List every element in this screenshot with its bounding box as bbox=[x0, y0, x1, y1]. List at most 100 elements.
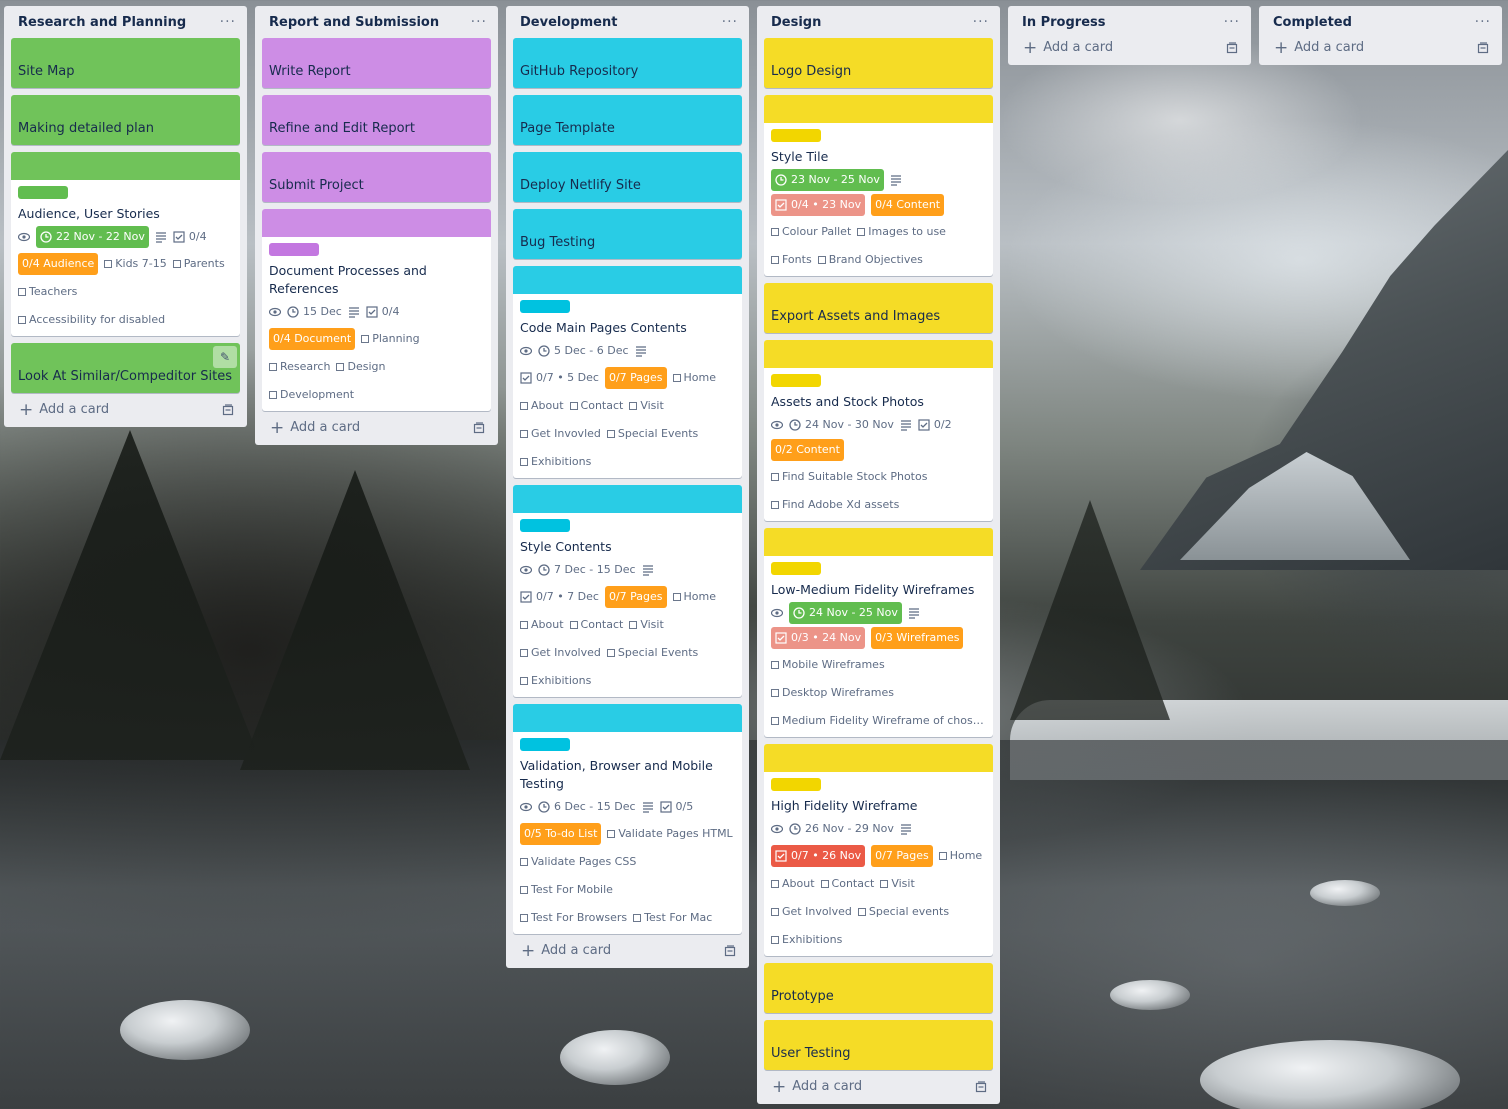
card-code-main-pages[interactable]: Code Main Pages Contents 5 Dec - 6 Dec 0… bbox=[513, 266, 742, 478]
checklist-item[interactable]: Test For Mac bbox=[633, 905, 712, 930]
due-date-badge[interactable]: 5 Dec - 6 Dec bbox=[538, 340, 629, 362]
list-menu-icon[interactable]: ··· bbox=[722, 15, 738, 29]
checklist-item[interactable]: About bbox=[520, 612, 564, 637]
add-card-button[interactable]: + Add a card bbox=[11, 393, 240, 421]
checklist-item[interactable]: Special events bbox=[857, 899, 949, 924]
checklist-item[interactable]: Development bbox=[269, 382, 354, 407]
card-submit-project[interactable]: Submit Project bbox=[262, 152, 491, 202]
card-style-tile[interactable]: Style Tile 23 Nov - 25 Nov 0/4 • 23 Nov … bbox=[764, 95, 993, 276]
due-date-badge[interactable]: 7 Dec - 15 Dec bbox=[538, 559, 636, 581]
checklist-item[interactable]: About bbox=[520, 393, 564, 418]
card-similar-sites[interactable]: ✎ Look At Similar/Compeditor Sites bbox=[11, 343, 240, 393]
card-user-testing[interactable]: User Testing bbox=[764, 1020, 993, 1070]
checklist-item[interactable]: Find Adobe Xd assets bbox=[771, 492, 899, 517]
list-title[interactable]: Design bbox=[771, 15, 821, 30]
checklist-item[interactable]: Research bbox=[269, 354, 330, 379]
due-date-badge[interactable]: 22 Nov - 22 Nov bbox=[36, 226, 149, 248]
checklist-item[interactable]: Validate Pages HTML bbox=[607, 821, 733, 846]
card-audience-user-stories[interactable]: Audience, User Stories 22 Nov - 22 Nov 0… bbox=[11, 152, 240, 336]
template-icon[interactable] bbox=[222, 403, 234, 416]
checklist-item[interactable]: Home bbox=[672, 584, 716, 609]
card-write-report[interactable]: Write Report bbox=[262, 38, 491, 88]
checklist-item[interactable]: Exhibitions bbox=[520, 449, 591, 474]
checklist-item[interactable]: Test For Browsers bbox=[520, 905, 627, 930]
checklist-item[interactable]: Visit bbox=[629, 393, 664, 418]
checklist-item[interactable]: Brand Objectives bbox=[817, 247, 923, 272]
list-title[interactable]: Research and Planning bbox=[18, 15, 186, 30]
card-prototype[interactable]: Prototype bbox=[764, 963, 993, 1013]
template-icon[interactable] bbox=[724, 944, 736, 957]
card-document-processes[interactable]: Document Processes and References 15 Dec bbox=[262, 209, 491, 411]
checklist-item[interactable]: Medium Fidelity Wireframe of chose… bbox=[771, 708, 987, 733]
checklist-item[interactable]: Contact bbox=[569, 393, 623, 418]
checklist-item[interactable]: Exhibitions bbox=[520, 668, 591, 693]
checklist-item[interactable]: Home bbox=[672, 365, 716, 390]
list-title[interactable]: Development bbox=[520, 15, 617, 30]
list-title[interactable]: Report and Submission bbox=[269, 15, 439, 30]
due-date-badge[interactable]: 23 Nov - 25 Nov bbox=[771, 169, 884, 191]
checklist-item[interactable]: Kids 7-15 bbox=[104, 251, 167, 276]
list-menu-icon[interactable]: ··· bbox=[1224, 15, 1240, 29]
card-validation-testing[interactable]: Validation, Browser and Mobile Testing 6… bbox=[513, 704, 742, 934]
add-card-button[interactable]: + Add a card bbox=[1015, 38, 1244, 59]
checklist-item[interactable]: Desktop Wireframes bbox=[771, 680, 894, 705]
checklist-item[interactable]: Colour Pallet bbox=[771, 219, 851, 244]
checklist-item[interactable]: Get Invovled bbox=[520, 421, 601, 446]
card-site-map[interactable]: Site Map bbox=[11, 38, 240, 88]
list-menu-icon[interactable]: ··· bbox=[220, 15, 236, 29]
card-export-assets[interactable]: Export Assets and Images bbox=[764, 283, 993, 333]
due-date-badge[interactable]: 24 Nov - 25 Nov bbox=[789, 602, 902, 624]
card-refine-report[interactable]: Refine and Edit Report bbox=[262, 95, 491, 145]
checklist-item[interactable]: Visit bbox=[629, 612, 664, 637]
card-assets-stock-photos[interactable]: Assets and Stock Photos 24 Nov - 30 Nov bbox=[764, 340, 993, 521]
card-github-repository[interactable]: GitHub Repository bbox=[513, 38, 742, 88]
due-date-badge[interactable]: 26 Nov - 29 Nov bbox=[789, 818, 894, 840]
edit-pencil-icon[interactable]: ✎ bbox=[213, 346, 237, 368]
card-deploy-netlify[interactable]: Deploy Netlify Site bbox=[513, 152, 742, 202]
checklist-item[interactable]: Planning bbox=[361, 326, 420, 351]
checklist-item[interactable]: About bbox=[771, 871, 815, 896]
checklist-item[interactable]: Special Events bbox=[606, 640, 698, 665]
template-icon[interactable] bbox=[1477, 41, 1489, 54]
card-logo-design[interactable]: Logo Design bbox=[764, 38, 993, 88]
list-menu-icon[interactable]: ··· bbox=[471, 15, 487, 29]
checklist-item[interactable]: Get Involved bbox=[771, 899, 852, 924]
card-page-template[interactable]: Page Template bbox=[513, 95, 742, 145]
due-date-badge[interactable]: 6 Dec - 15 Dec bbox=[538, 796, 636, 818]
template-icon[interactable] bbox=[473, 421, 485, 434]
due-date-badge[interactable]: 24 Nov - 30 Nov bbox=[789, 414, 894, 436]
add-card-button[interactable]: + Add a card bbox=[1266, 38, 1495, 59]
checklist-item[interactable]: Validate Pages CSS bbox=[520, 849, 636, 874]
checklist-item[interactable]: Parents bbox=[172, 251, 225, 276]
checklist-item[interactable]: Design bbox=[336, 354, 385, 379]
checklist-item[interactable]: Mobile Wireframes bbox=[771, 652, 885, 677]
checklist-item[interactable]: Images to use bbox=[857, 219, 946, 244]
due-date-badge[interactable]: 15 Dec bbox=[287, 301, 342, 323]
card-detailed-plan[interactable]: Making detailed plan bbox=[11, 95, 240, 145]
template-icon[interactable] bbox=[975, 1080, 987, 1093]
checklist-item[interactable]: Special Events bbox=[606, 421, 698, 446]
add-card-button[interactable]: + Add a card bbox=[262, 411, 491, 439]
checklist-item[interactable]: Contact bbox=[569, 612, 623, 637]
checklist-item[interactable]: Teachers bbox=[18, 279, 77, 304]
checklist-item[interactable]: Find Suitable Stock Photos bbox=[771, 464, 927, 489]
checklist-item[interactable]: Home bbox=[938, 843, 982, 868]
list-title[interactable]: Completed bbox=[1273, 15, 1352, 30]
card-high-fidelity-wireframe[interactable]: High Fidelity Wireframe 26 Nov - 29 Nov bbox=[764, 744, 993, 956]
checklist-item[interactable]: Visit bbox=[880, 871, 915, 896]
checklist-item[interactable]: Contact bbox=[820, 871, 874, 896]
template-icon[interactable] bbox=[1226, 41, 1238, 54]
list-title[interactable]: In Progress bbox=[1022, 15, 1106, 30]
add-card-button[interactable]: + Add a card bbox=[764, 1070, 993, 1098]
card-bug-testing[interactable]: Bug Testing bbox=[513, 209, 742, 259]
checklist-item[interactable]: Test For Mobile bbox=[520, 877, 613, 902]
list-menu-icon[interactable]: ··· bbox=[973, 15, 989, 29]
checklist-item[interactable]: Fonts bbox=[771, 247, 812, 272]
card-low-medium-wireframes[interactable]: Low-Medium Fidelity Wireframes 24 Nov - … bbox=[764, 528, 993, 737]
add-card-button[interactable]: + Add a card bbox=[513, 934, 742, 962]
checklist-item[interactable]: Get Involved bbox=[520, 640, 601, 665]
card-style-contents[interactable]: Style Contents 7 Dec - 15 Dec 0/7 • 7 De… bbox=[513, 485, 742, 697]
checklist-item[interactable]: Accessibility for disabled bbox=[18, 307, 165, 332]
checklist-item[interactable]: Exhibitions bbox=[771, 927, 842, 952]
list-menu-icon[interactable]: ··· bbox=[1475, 15, 1491, 29]
